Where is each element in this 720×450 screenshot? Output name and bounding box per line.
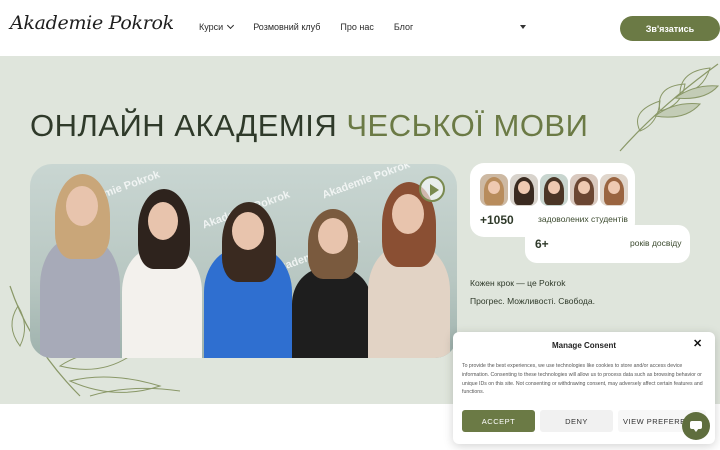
experience-label: років досвіду <box>630 238 682 248</box>
person-figure <box>292 268 372 358</box>
avatar <box>540 174 568 206</box>
hero-title-part1: ОНЛАЙН АКАДЕМІЯ <box>30 108 338 143</box>
person-head <box>66 186 98 226</box>
avatar <box>570 174 598 206</box>
contact-button[interactable]: Зв'язатись <box>620 16 720 41</box>
student-avatars <box>480 174 630 206</box>
person-head <box>392 194 424 234</box>
consent-text: To provide the best experiences, we use … <box>462 363 703 396</box>
play-icon[interactable] <box>419 176 445 202</box>
hero-title: ОНЛАЙН АКАДЕМІЯ ЧЕСЬКОЇ МОВИ <box>30 108 588 144</box>
team-photo: Akademie Pokrok Akademie Pokrok Akademie… <box>30 164 457 358</box>
tagline: Кожен крок — це Pokrok <box>470 278 566 288</box>
avatar <box>510 174 538 206</box>
deny-button[interactable]: DENY <box>540 410 613 432</box>
consent-title: Manage Consent <box>551 341 616 350</box>
chat-icon[interactable] <box>682 412 710 440</box>
students-label: задоволених студентів <box>538 214 628 224</box>
accept-button[interactable]: ACCEPT <box>462 410 535 432</box>
chevron-down-icon <box>227 21 235 30</box>
nav-item-about[interactable]: Про нас <box>340 22 373 32</box>
nav-item-label: Розмовний клуб <box>253 22 321 32</box>
site-header: Akademie Pokrok Курси Розмовний клуб Про… <box>0 0 720 56</box>
nav-item-speaking-club[interactable]: Розмовний клуб <box>253 22 320 32</box>
nav-item-courses[interactable]: Курси <box>199 21 235 32</box>
students-count: +1050 <box>480 213 514 227</box>
person-head <box>232 212 264 250</box>
avatar <box>600 174 628 206</box>
person-head <box>318 218 348 254</box>
nav-item-label: Курси <box>199 22 224 32</box>
avatar <box>480 174 508 206</box>
language-dropdown-icon[interactable] <box>520 25 526 29</box>
tagline-secondary: Прогрес. Можливості. Свобода. <box>470 296 595 306</box>
close-icon[interactable]: ✕ <box>693 339 702 350</box>
nav-item-label: Про нас <box>340 22 374 32</box>
nav-item-label: Блог <box>393 22 414 32</box>
person-head <box>148 202 178 240</box>
leaf-decoration-icon <box>619 63 720 152</box>
consent-modal: Manage Consent ✕ To provide the best exp… <box>453 332 715 444</box>
logo[interactable]: Akademie Pokrok <box>10 12 174 34</box>
experience-stat-card: 6+ років досвіду <box>525 225 690 263</box>
hero-title-part2: ЧЕСЬКОЇ МОВИ <box>346 108 589 143</box>
main-nav: Курси Розмовний клуб Про нас Блог <box>199 21 433 32</box>
nav-item-blog[interactable]: Блог <box>394 22 413 32</box>
experience-years: 6+ <box>535 237 549 251</box>
